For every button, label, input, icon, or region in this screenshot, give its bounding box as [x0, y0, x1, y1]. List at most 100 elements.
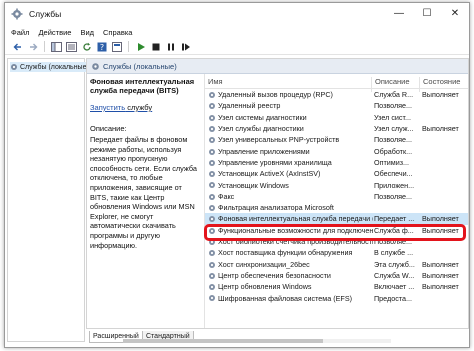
- list-view-icon[interactable]: [65, 40, 78, 53]
- maximize-button[interactable]: ☐: [413, 3, 441, 23]
- start-service-link[interactable]: Запустить: [90, 103, 125, 112]
- service-name: Удаленный вызов процедур (RPC): [218, 90, 333, 100]
- table-row[interactable]: Установщик ActiveX (AxInstSV) Обеспечи...: [205, 168, 468, 179]
- table-row[interactable]: Узел универсальных PNP-устройств Позволяе…: [205, 134, 468, 145]
- service-name: Установщик ActiveX (AxInstSV): [218, 169, 321, 179]
- properties-icon[interactable]: [110, 40, 123, 53]
- table-row[interactable]: Фоновая интеллектуальная служба передачи…: [205, 213, 468, 225]
- stop-service-icon[interactable]: [149, 40, 162, 53]
- service-name: Фоновая интеллектуальная служба передачи…: [218, 214, 373, 224]
- service-name: Центр обновления Windows: [218, 282, 312, 292]
- service-name: Узел службы диагностики: [218, 124, 304, 134]
- service-gear-icon: [209, 250, 215, 257]
- service-description: Приложен...: [374, 180, 415, 190]
- table-row[interactable]: Хост поставщика функции обнаружения В слу…: [205, 247, 468, 258]
- toolbar-separator: [128, 41, 129, 52]
- service-description: Эта служб...: [374, 259, 415, 269]
- start-service-icon[interactable]: [134, 40, 147, 53]
- service-description: Предоста...: [374, 293, 412, 303]
- table-row[interactable]: Удаленный вызов процедур (RPC) Служба R..…: [205, 89, 468, 100]
- close-button[interactable]: ✕: [441, 3, 469, 23]
- forward-arrow-icon[interactable]: [26, 40, 39, 53]
- menu-action[interactable]: Действие: [38, 28, 71, 37]
- refresh-icon[interactable]: [80, 40, 93, 53]
- pause-service-icon[interactable]: [164, 40, 177, 53]
- service-gear-icon: [209, 284, 215, 291]
- service-name: Хост библиотеки счетчика производительно…: [218, 237, 373, 247]
- selected-service-title: Фоновая интеллектуальная служба передачи…: [90, 77, 195, 95]
- description-label: Описание:: [90, 124, 127, 133]
- service-description: Служба R...: [374, 90, 414, 100]
- table-row[interactable]: Управление приложениями Обработк...: [205, 146, 468, 157]
- window-title: Службы: [29, 9, 62, 19]
- service-gear-icon: [209, 216, 215, 223]
- help-icon[interactable]: ?: [95, 40, 108, 53]
- service-name: Удаленный реестр: [218, 101, 281, 111]
- start-service-suffix: службу: [125, 103, 153, 112]
- service-gear-icon: [209, 159, 215, 166]
- service-name: Фильтрация анализатора Microsoft: [218, 203, 334, 213]
- column-state[interactable]: Состояние: [423, 77, 460, 86]
- services-pane: Службы (локальные) Фоновая интеллектуаль…: [86, 58, 469, 329]
- tree-item-local-services[interactable]: Службы (локальные: [10, 62, 89, 72]
- svg-text:?: ?: [99, 43, 103, 52]
- table-row[interactable]: Центр обеспечения безопасности Служба W..…: [205, 270, 468, 281]
- service-name: Шифрованная файловая система (EFS): [218, 293, 353, 303]
- service-description: Обеспечи...: [374, 169, 413, 179]
- service-name: Узел системы диагностики: [218, 112, 307, 122]
- service-gear-icon: [209, 137, 215, 144]
- table-row[interactable]: Установщик Windows Приложен...: [205, 179, 468, 190]
- toolbar: ?: [5, 39, 469, 55]
- tree-item-label: Службы (локальные: [20, 63, 87, 71]
- service-name: Хост синхронизации_26bec: [218, 259, 310, 269]
- menu-help[interactable]: Справка: [103, 28, 132, 37]
- service-gear-icon: [209, 193, 215, 200]
- service-gear-icon: [209, 227, 215, 234]
- table-row[interactable]: Функциональные возможности для подключен…: [205, 225, 468, 236]
- services-list: Имя Описание Состояние Удаленный вызов п…: [204, 74, 468, 328]
- service-description: Обработк...: [374, 146, 413, 156]
- table-row[interactable]: Управление уровнями хранилища Оптимиз...: [205, 157, 468, 168]
- table-row[interactable]: Удаленный реестр Позволяе...: [205, 100, 468, 111]
- service-description: Служба W...: [374, 270, 415, 280]
- service-description: Передает ...: [374, 214, 415, 224]
- service-state: Выполняет: [422, 225, 459, 235]
- restart-service-icon[interactable]: [179, 40, 192, 53]
- service-description: Оптимиз...: [374, 157, 410, 167]
- table-row[interactable]: Узел системы диагностики Узел сист...: [205, 112, 468, 123]
- menu-view[interactable]: Вид: [80, 28, 94, 37]
- table-row[interactable]: Узел службы диагностики Узел служ... Выпол…: [205, 123, 468, 134]
- service-gear-icon: [209, 295, 215, 302]
- service-gear-icon: [209, 92, 215, 98]
- menu-file[interactable]: Файл: [11, 28, 29, 37]
- column-name[interactable]: Имя: [208, 77, 223, 86]
- service-gear-icon: [209, 171, 215, 178]
- service-gear-icon: [209, 148, 215, 155]
- table-row[interactable]: Хост синхронизации_26bec Эта служб... Выпо…: [205, 259, 468, 270]
- service-description: Позволяе...: [374, 237, 413, 247]
- table-row[interactable]: Шифрованная файловая система (EFS) Предос…: [205, 292, 468, 303]
- service-gear-icon: [209, 272, 215, 279]
- service-gear-icon: [209, 261, 215, 268]
- title-bar[interactable]: Службы — ☐ ✕: [5, 3, 469, 25]
- table-row[interactable]: Хост библиотеки счетчика производительно…: [205, 236, 468, 247]
- console-tree: Службы (локальные: [7, 58, 89, 342]
- minimize-button[interactable]: —: [385, 3, 413, 23]
- service-name: Узел универсальных PNP-устройств: [218, 135, 340, 145]
- console-tree-icon[interactable]: [50, 40, 63, 53]
- back-arrow-icon[interactable]: [11, 40, 24, 53]
- services-gear-icon: [11, 8, 23, 20]
- pane-header: Службы (локальные): [87, 59, 468, 74]
- table-row[interactable]: Центр обновления Windows Включает ... Выпо…: [205, 281, 468, 292]
- scrollbar-thumb[interactable]: [123, 339, 323, 343]
- menu-bar: Файл Действие Вид Справка: [5, 25, 469, 39]
- horizontal-scrollbar[interactable]: [123, 339, 391, 343]
- table-row[interactable]: Фильтрация анализатора Microsoft: [205, 202, 468, 213]
- service-gear-icon: [209, 125, 215, 132]
- table-row[interactable]: Факс Позволяе...: [205, 191, 468, 202]
- pane-header-title: Службы (локальные): [103, 61, 177, 71]
- service-state: Выполняет: [422, 282, 459, 292]
- service-description: Узел сист...: [374, 112, 412, 122]
- column-description[interactable]: Описание: [375, 77, 410, 86]
- service-description: Позволяе...: [374, 101, 413, 111]
